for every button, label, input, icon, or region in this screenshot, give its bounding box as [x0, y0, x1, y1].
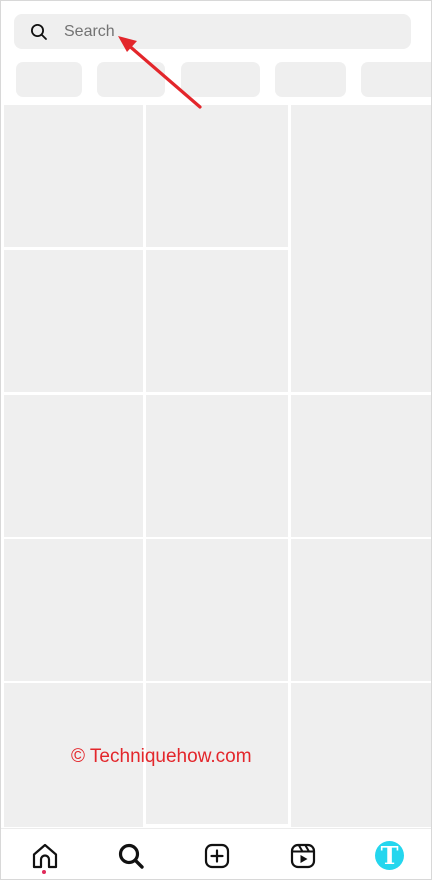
- grid-tile[interactable]: [146, 105, 288, 247]
- category-chip[interactable]: [275, 62, 346, 97]
- bottom-navigation: T: [1, 828, 431, 879]
- grid-tile[interactable]: [4, 250, 143, 392]
- search-icon: [118, 843, 144, 869]
- category-chip[interactable]: [361, 62, 431, 97]
- watermark-text: © Techniquehow.com: [71, 746, 252, 767]
- reels-icon: [290, 843, 316, 869]
- avatar-letter: T: [380, 841, 399, 870]
- grid-tile[interactable]: [291, 539, 431, 681]
- nav-reels[interactable]: [288, 841, 318, 871]
- profile-avatar[interactable]: T: [375, 841, 404, 870]
- home-icon: [32, 843, 58, 869]
- grid-tile[interactable]: [146, 395, 288, 537]
- search-placeholder: Search: [64, 23, 115, 40]
- search-icon: [31, 24, 47, 40]
- grid-tile[interactable]: [146, 539, 288, 681]
- nav-home[interactable]: [30, 841, 60, 871]
- search-input[interactable]: Search: [14, 14, 411, 49]
- grid-tile[interactable]: [291, 105, 431, 392]
- grid-tile[interactable]: [4, 395, 143, 537]
- plus-square-icon: [204, 843, 230, 869]
- category-chip[interactable]: [181, 62, 260, 97]
- app-screen: Search © Techniquehow.com T: [0, 0, 432, 880]
- grid-tile[interactable]: [4, 105, 143, 247]
- grid-tile[interactable]: [291, 395, 431, 537]
- grid-tile[interactable]: [146, 250, 288, 392]
- nav-search[interactable]: [116, 841, 146, 871]
- category-chip[interactable]: [97, 62, 165, 97]
- grid-tile[interactable]: [291, 683, 431, 827]
- category-chip[interactable]: [16, 62, 82, 97]
- explore-grid: [4, 105, 431, 827]
- grid-tile[interactable]: [4, 539, 143, 681]
- notification-dot: [42, 870, 46, 874]
- category-chips: [1, 62, 431, 98]
- nav-create[interactable]: [202, 841, 232, 871]
